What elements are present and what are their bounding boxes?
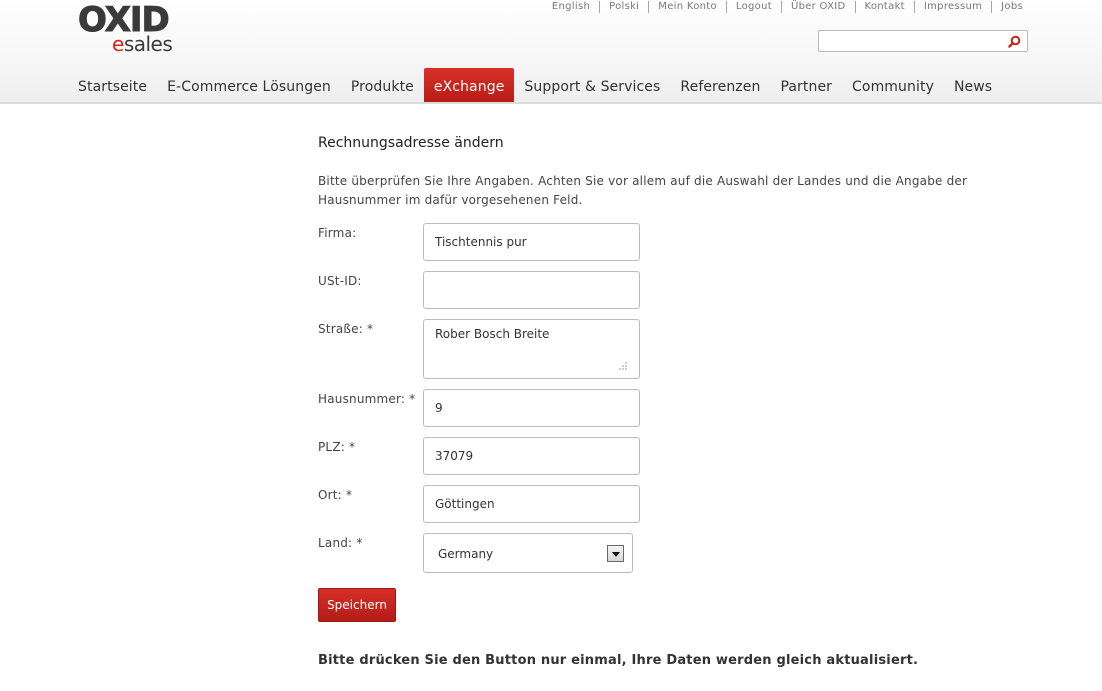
oxid-esales-logo[interactable]: OXID esales (78, 2, 202, 56)
logo-esales-text: esales (112, 32, 173, 56)
toplink-ueber-oxid[interactable]: Über OXID (780, 0, 855, 13)
land-select[interactable]: Germany (423, 533, 633, 573)
site-header: OXID esales English Polski Mein Konto Lo… (0, 0, 1102, 104)
search-icon[interactable] (1008, 35, 1021, 48)
toplink-impressum[interactable]: Impressum (913, 0, 991, 13)
nav-news[interactable]: News (944, 68, 1002, 102)
chevron-down-icon[interactable] (607, 545, 624, 562)
main-nav: Startseite E-Commerce Lösungen Produkte … (68, 68, 1002, 104)
top-links: English Polski Mein Konto Logout Über OX… (543, 0, 1023, 13)
submit-note: Bitte drücken Sie den Button nur einmal,… (318, 653, 919, 668)
label-strasse: Straße: * (318, 322, 374, 336)
nav-support-services[interactable]: Support & Services (514, 68, 670, 102)
nav-exchange[interactable]: eXchange (423, 68, 515, 102)
page-title: Rechnungsadresse ändern (318, 135, 504, 151)
nav-community[interactable]: Community (842, 68, 944, 102)
toplink-mein-konto[interactable]: Mein Konto (648, 0, 726, 13)
strasse-field[interactable]: Rober Bosch Breite (423, 319, 640, 379)
ort-field[interactable] (423, 485, 640, 523)
toplink-kontakt[interactable]: Kontakt (854, 0, 914, 13)
firma-field[interactable] (423, 223, 640, 261)
toplink-jobs[interactable]: Jobs (991, 0, 1023, 13)
hausnummer-field[interactable] (423, 389, 640, 427)
search-input[interactable] (822, 32, 1004, 53)
ustid-field[interactable] (423, 271, 640, 309)
search-box (818, 30, 1028, 53)
save-button[interactable]: Speichern (318, 588, 396, 622)
nav-ecommerce-loesungen[interactable]: E-Commerce Lösungen (157, 68, 341, 102)
label-ort: Ort: * (318, 488, 353, 502)
toplink-english[interactable]: English (543, 1, 599, 13)
nav-startseite[interactable]: Startseite (68, 68, 157, 102)
nav-produkte[interactable]: Produkte (341, 68, 424, 102)
nav-referenzen[interactable]: Referenzen (670, 68, 770, 102)
toplink-polski[interactable]: Polski (599, 0, 648, 13)
label-firma: Firma: (318, 226, 357, 240)
land-selected-value: Germany (438, 547, 494, 561)
plz-field[interactable] (423, 437, 640, 475)
label-land: Land: * (318, 536, 363, 550)
label-plz: PLZ: * (318, 440, 356, 454)
nav-partner[interactable]: Partner (770, 68, 842, 102)
label-ustid: USt-ID: (318, 274, 362, 288)
main-content: Rechnungsadresse ändern Bitte überprüfen… (318, 132, 1018, 210)
resize-grip-icon[interactable] (616, 360, 628, 372)
intro-text: Bitte überprüfen Sie Ihre Angaben. Achte… (318, 174, 968, 207)
toplink-logout[interactable]: Logout (725, 0, 781, 13)
label-hausnummer: Hausnummer: * (318, 392, 416, 406)
